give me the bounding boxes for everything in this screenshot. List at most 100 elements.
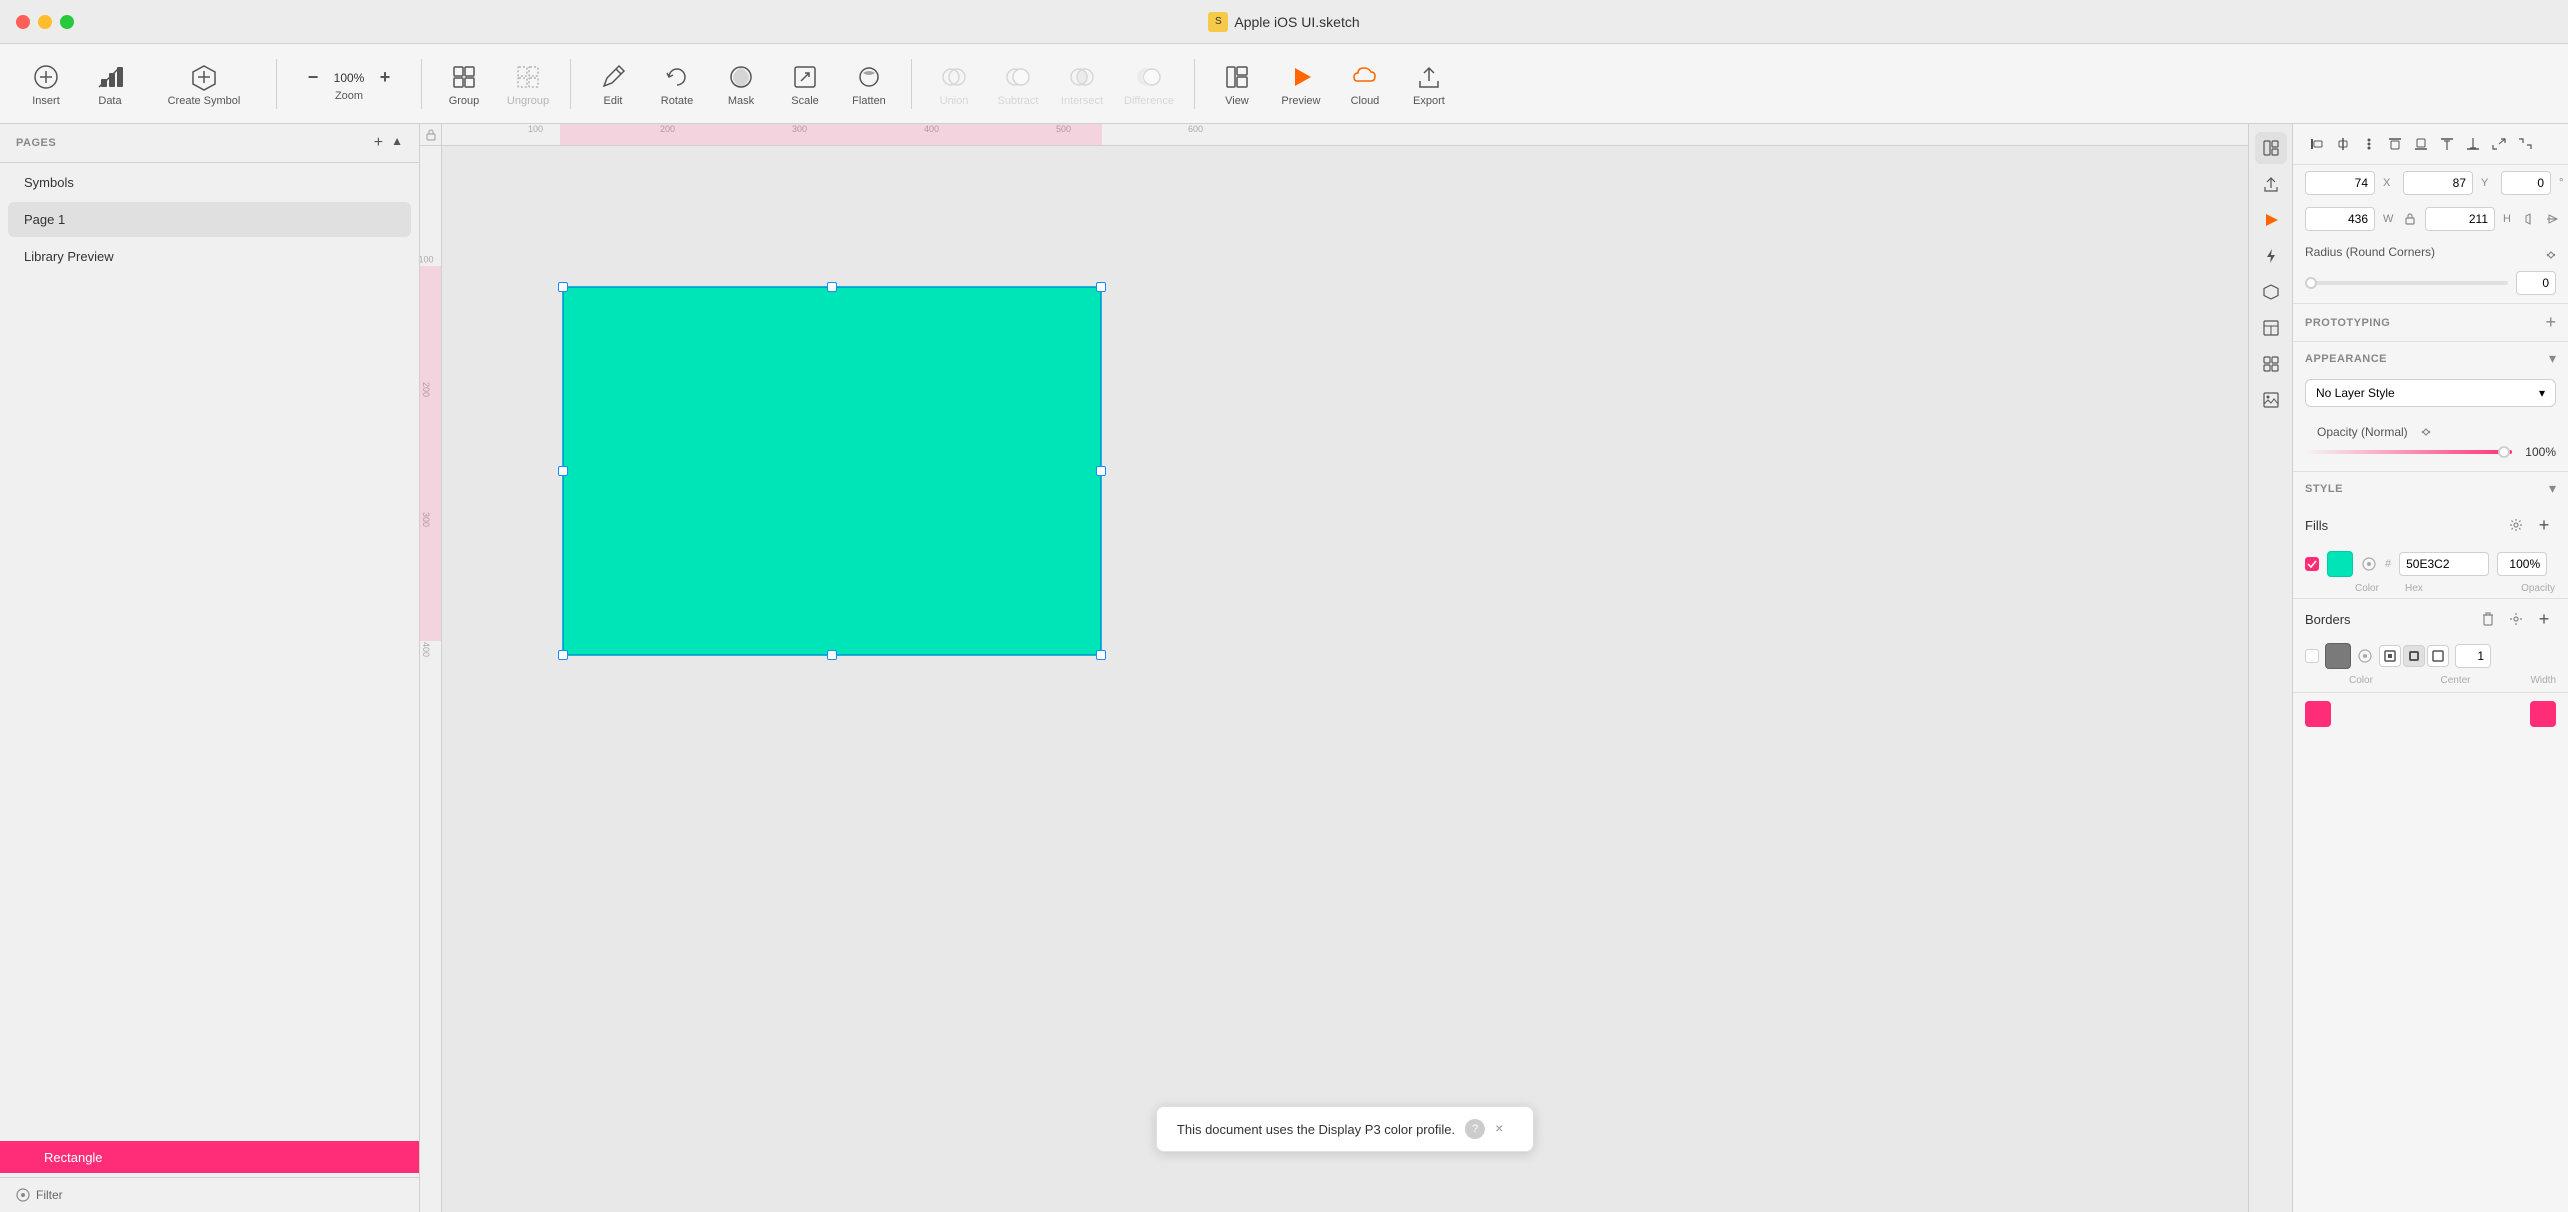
appearance-header[interactable]: APPEARANCE ▾ — [2293, 342, 2568, 375]
fill-opacity-input[interactable] — [2497, 552, 2547, 576]
subtract-tool[interactable]: Subtract — [988, 57, 1048, 111]
panel-table-button[interactable] — [2255, 312, 2287, 344]
y-input[interactable] — [2403, 171, 2473, 195]
fills-settings-button[interactable] — [2504, 513, 2528, 537]
zoom-out-button[interactable]: − — [301, 66, 325, 90]
opacity-thumb[interactable] — [2498, 446, 2510, 458]
flip-h-button[interactable] — [2523, 209, 2537, 229]
panel-export-button[interactable] — [2255, 168, 2287, 200]
align-top-text-button[interactable] — [2435, 132, 2459, 156]
opacity-stepper[interactable] — [2421, 426, 2431, 438]
border-align-inner-button[interactable] — [2379, 645, 2401, 667]
insert-tool[interactable]: Insert — [16, 57, 76, 111]
data-tool[interactable]: Data — [80, 57, 140, 111]
difference-tool[interactable]: Difference — [1116, 57, 1182, 111]
create-symbol-tool[interactable]: Create Symbol — [144, 57, 264, 111]
notification-close-button[interactable]: × — [1495, 1120, 1513, 1138]
subtract-label: Subtract — [998, 95, 1039, 107]
layer-style-select[interactable]: No Layer Style ▾ — [2305, 379, 2556, 407]
handle-top-center[interactable] — [827, 282, 837, 292]
align-dots-button[interactable] — [2357, 132, 2381, 156]
filter-button[interactable]: Filter — [0, 1177, 419, 1212]
fill-color-swatch[interactable] — [2327, 551, 2353, 577]
add-page-button[interactable]: + — [374, 134, 383, 152]
align-resize-button[interactable] — [2487, 132, 2511, 156]
scale-tool[interactable]: Scale — [775, 57, 835, 111]
panel-image-button[interactable] — [2255, 384, 2287, 416]
prototyping-add-button[interactable]: + — [2545, 312, 2556, 333]
radius-stepper[interactable] — [2546, 249, 2556, 261]
ungroup-tool[interactable]: Ungroup — [498, 57, 558, 111]
mask-tool[interactable]: Mask — [711, 57, 771, 111]
borders-add-button[interactable]: + — [2532, 607, 2556, 631]
borders-delete-button[interactable] — [2476, 607, 2500, 631]
view-tool[interactable]: View — [1207, 57, 1267, 111]
border-align-outer-button[interactable] — [2427, 645, 2449, 667]
cloud-tool[interactable]: Cloud — [1335, 57, 1395, 111]
w-input[interactable] — [2305, 207, 2375, 231]
page-symbols[interactable]: Symbols — [8, 165, 411, 200]
fill-checkbox[interactable] — [2305, 557, 2319, 571]
preview-tool[interactable]: Preview — [1271, 57, 1331, 111]
rectangle-shape[interactable] — [562, 286, 1102, 656]
radius-slider[interactable] — [2305, 281, 2508, 285]
opacity-slider[interactable] — [2305, 450, 2512, 454]
panel-play-button[interactable] — [2255, 204, 2287, 236]
minimize-button[interactable] — [38, 15, 52, 29]
radius-thumb[interactable] — [2305, 277, 2317, 289]
handle-top-left[interactable] — [558, 282, 568, 292]
maximize-button[interactable] — [60, 15, 74, 29]
prototyping-header[interactable]: PROTOTYPING + — [2293, 304, 2568, 341]
zoom-in-button[interactable]: + — [373, 66, 397, 90]
align-top-dist-button[interactable] — [2383, 132, 2407, 156]
union-tool[interactable]: Union — [924, 57, 984, 111]
intersect-tool[interactable]: Intersect — [1052, 57, 1112, 111]
panel-lightning-button[interactable] — [2255, 240, 2287, 272]
border-align-center-button[interactable] — [2403, 645, 2425, 667]
collapse-pages-button[interactable]: ▲ — [391, 134, 403, 152]
page-library-preview[interactable]: Library Preview — [8, 239, 411, 274]
fill-hex-input[interactable] — [2399, 552, 2489, 576]
handle-bottom-left[interactable] — [558, 650, 568, 660]
handle-bottom-right[interactable] — [1096, 650, 1106, 660]
align-bottom-text-button[interactable] — [2461, 132, 2485, 156]
rotation-input[interactable] — [2501, 171, 2551, 195]
panel-grid-button[interactable] — [2255, 348, 2287, 380]
export-tool[interactable]: Export — [1399, 57, 1459, 111]
filter-label: Filter — [36, 1188, 63, 1202]
group-tool[interactable]: Group — [434, 57, 494, 111]
flatten-tool[interactable]: Flatten — [839, 57, 899, 111]
rotate-tool[interactable]: Rotate — [647, 57, 707, 111]
notification-help-button[interactable]: ? — [1465, 1119, 1485, 1139]
style-header[interactable]: STYLE ▾ — [2293, 472, 2568, 505]
border-checkbox[interactable] — [2305, 649, 2319, 663]
layer-rectangle[interactable]: Rectangle — [0, 1141, 419, 1173]
canvas-area[interactable]: 100 200 300 400 500 600 100 200 300 400 — [420, 124, 2248, 1212]
align-center-h-button[interactable] — [2331, 132, 2355, 156]
borders-settings-button[interactable] — [2504, 607, 2528, 631]
fills-add-button[interactable]: + — [2532, 513, 2556, 537]
panel-hexagon-button[interactable] — [2255, 276, 2287, 308]
h-input[interactable] — [2425, 207, 2495, 231]
effect-swatch-2[interactable] — [2530, 701, 2556, 727]
align-left-edge-button[interactable] — [2305, 132, 2329, 156]
flip-v-button[interactable] — [2545, 209, 2559, 229]
lock-ratio-button[interactable] — [2403, 209, 2417, 229]
close-button[interactable] — [16, 15, 30, 29]
canvas-content[interactable]: This document uses the Display P3 color … — [442, 146, 2248, 1212]
border-swatch[interactable] — [2325, 643, 2351, 669]
radius-input[interactable] — [2516, 271, 2556, 295]
handle-bottom-center[interactable] — [827, 650, 837, 660]
edit-tool[interactable]: Edit — [583, 57, 643, 111]
effect-swatch-1[interactable] — [2305, 701, 2331, 727]
panel-inspector-button[interactable] — [2255, 132, 2287, 164]
handle-middle-left[interactable] — [558, 466, 568, 476]
page-1[interactable]: Page 1 — [8, 202, 411, 237]
handle-middle-right[interactable] — [1096, 466, 1106, 476]
border-width-input[interactable] — [2455, 644, 2491, 668]
align-bottom-dist-button[interactable] — [2409, 132, 2433, 156]
border-row — [2293, 639, 2568, 673]
x-input[interactable] — [2305, 171, 2375, 195]
align-resize2-button[interactable] — [2513, 132, 2537, 156]
handle-top-right[interactable] — [1096, 282, 1106, 292]
